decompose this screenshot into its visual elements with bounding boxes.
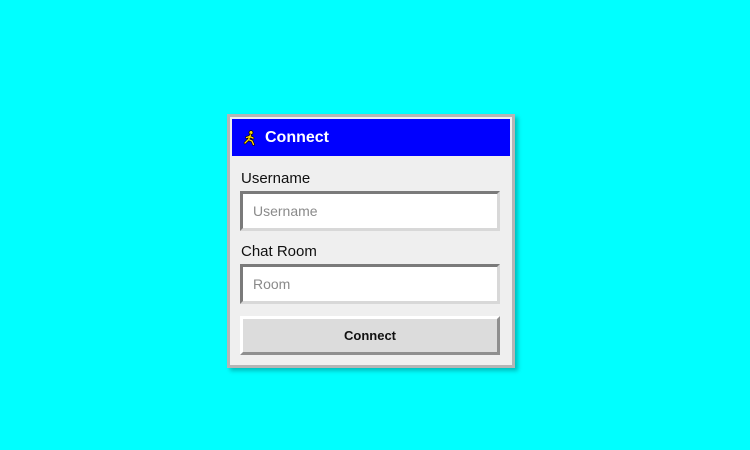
window-title: Connect [265,128,329,146]
room-input[interactable] [240,264,500,304]
username-label: Username [241,170,311,187]
connect-dialog: Connect Username Chat Room Connect [227,114,515,368]
chat-room-label: Chat Room [241,243,317,260]
connect-button[interactable]: Connect [240,316,500,355]
running-man-icon [242,129,258,146]
title-bar: Connect [232,119,510,156]
username-input[interactable] [240,191,500,231]
